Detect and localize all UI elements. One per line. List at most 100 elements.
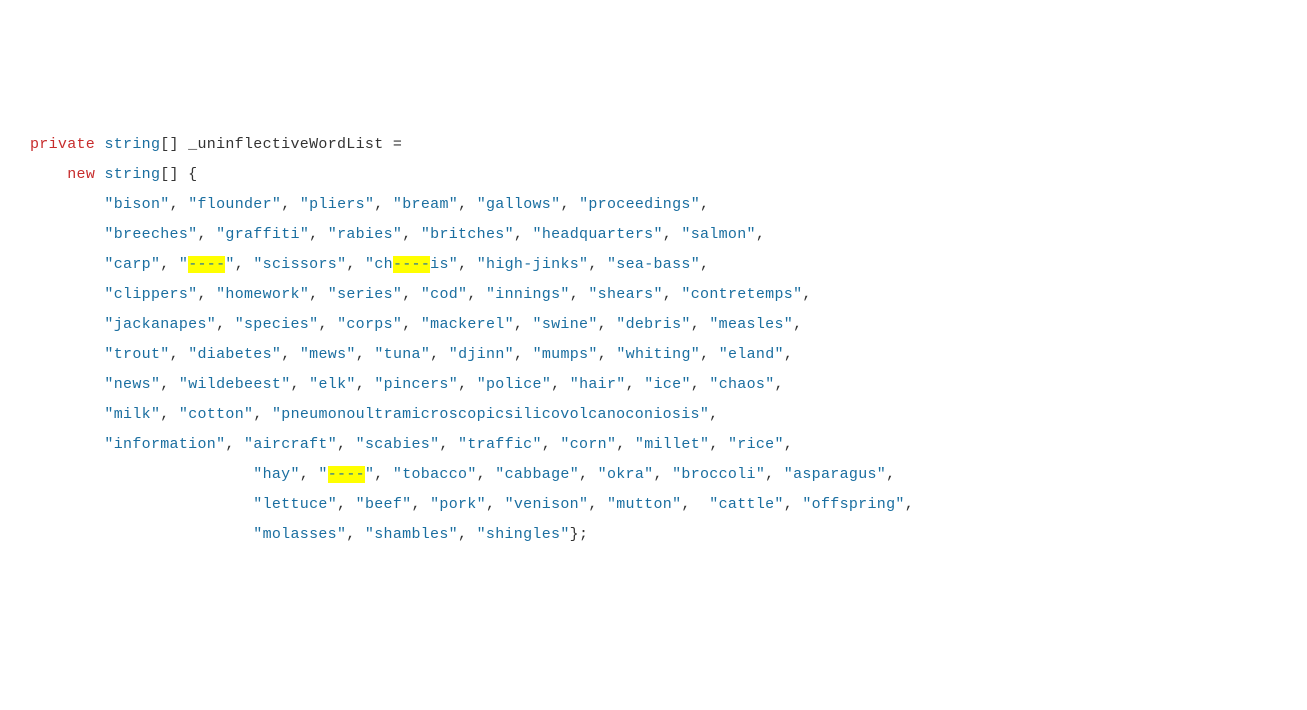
string-literal: "salmon" <box>681 226 755 243</box>
keyword-string: string <box>104 136 160 153</box>
string-literal: "flounder" <box>188 196 281 213</box>
string-literal: "whiting" <box>616 346 700 363</box>
code-line: "clippers", "homework", "series", "cod",… <box>30 280 1277 310</box>
string-literal: "broccoli" <box>672 466 765 483</box>
punct-brace-close: }; <box>570 526 589 543</box>
string-literal: "beef" <box>356 496 412 513</box>
string-literal: "breeches" <box>104 226 197 243</box>
string-literal: "shambles" <box>365 526 458 543</box>
string-literal: "tobacco" <box>393 466 477 483</box>
string-literal: "eland" <box>719 346 784 363</box>
string-literal-censored: "ch----is" <box>365 256 458 273</box>
code-line: "breeches", "graffiti", "rabies", "britc… <box>30 220 1277 250</box>
string-literal: "mackerel" <box>421 316 514 333</box>
code-line: "lettuce", "beef", "pork", "venison", "m… <box>30 490 1277 520</box>
string-literal: "cattle" <box>709 496 783 513</box>
string-literal: "news" <box>104 376 160 393</box>
string-literal: "mumps" <box>533 346 598 363</box>
code-line: "trout", "diabetes", "mews", "tuna", "dj… <box>30 340 1277 370</box>
string-literal: "bream" <box>393 196 458 213</box>
string-literal: "venison" <box>505 496 589 513</box>
string-literal: "measles" <box>709 316 793 333</box>
string-literal: "carp" <box>104 256 160 273</box>
code-block: private string[] _uninflectiveWordList =… <box>30 130 1277 550</box>
string-literal: "homework" <box>216 286 309 303</box>
keyword-private: private <box>30 136 95 153</box>
code-line: "hay", "----", "tobacco", "cabbage", "ok… <box>30 460 1277 490</box>
string-literal: "traffic" <box>458 436 542 453</box>
string-literal: "jackanapes" <box>104 316 216 333</box>
string-literal: "rice" <box>728 436 784 453</box>
censor-mark: ---- <box>328 466 365 483</box>
punct-brace-open: { <box>188 166 197 183</box>
code-line: "news", "wildebeest", "elk", "pincers", … <box>30 370 1277 400</box>
string-literal: "mutton" <box>607 496 681 513</box>
string-literal: "britches" <box>421 226 514 243</box>
punct-eq: = <box>393 136 402 153</box>
string-literal: "milk" <box>104 406 160 423</box>
string-literal: "pneumonoultramicroscopicsilicovolcanoco… <box>272 406 709 423</box>
string-literal: "hay" <box>253 466 300 483</box>
code-line: new string[] { <box>30 160 1277 190</box>
punct-brackets: [] <box>160 166 179 183</box>
string-literal: "djinn" <box>449 346 514 363</box>
string-literal: "scabies" <box>356 436 440 453</box>
string-literal: "cod" <box>421 286 468 303</box>
string-literal: "headquarters" <box>533 226 663 243</box>
string-literal-censored: "----" <box>179 256 235 273</box>
string-literal: "graffiti" <box>216 226 309 243</box>
string-literal: "chaos" <box>709 376 774 393</box>
string-literal: "mews" <box>300 346 356 363</box>
string-literal: "pork" <box>430 496 486 513</box>
code-line: "molasses", "shambles", "shingles"}; <box>30 520 1277 550</box>
string-literal: "information" <box>104 436 225 453</box>
censor-mark: ---- <box>188 256 225 273</box>
string-literal: "trout" <box>104 346 169 363</box>
string-literal: "lettuce" <box>253 496 337 513</box>
string-literal: "tuna" <box>374 346 430 363</box>
code-line: "milk", "cotton", "pneumonoultramicrosco… <box>30 400 1277 430</box>
keyword-new: new <box>67 166 95 183</box>
identifier: _uninflectiveWordList <box>188 136 383 153</box>
string-literal: "police" <box>477 376 551 393</box>
string-literal: "wildebeest" <box>179 376 291 393</box>
code-line: private string[] _uninflectiveWordList = <box>30 130 1277 160</box>
string-literal: "contretemps" <box>681 286 802 303</box>
string-literal: "aircraft" <box>244 436 337 453</box>
string-literal: "rabies" <box>328 226 402 243</box>
code-line: "jackanapes", "species", "corps", "macke… <box>30 310 1277 340</box>
string-literal: "corn" <box>560 436 616 453</box>
string-literal: "cotton" <box>179 406 253 423</box>
string-literal: "molasses" <box>253 526 346 543</box>
string-literal: "scissors" <box>253 256 346 273</box>
censor-mark: ---- <box>393 256 430 273</box>
string-literal: "debris" <box>616 316 690 333</box>
string-literal: "high-jinks" <box>477 256 589 273</box>
string-literal: "shingles" <box>477 526 570 543</box>
string-literal: "offspring" <box>802 496 904 513</box>
string-literal: "clippers" <box>104 286 197 303</box>
code-line: "carp", "----", "scissors", "ch----is", … <box>30 250 1277 280</box>
string-literal: "diabetes" <box>188 346 281 363</box>
string-literal: "shears" <box>588 286 662 303</box>
string-literal: "swine" <box>533 316 598 333</box>
string-literal: "hair" <box>570 376 626 393</box>
string-literal: "millet" <box>635 436 709 453</box>
string-literal-censored: "----" <box>318 466 374 483</box>
code-line: "bison", "flounder", "pliers", "bream", … <box>30 190 1277 220</box>
string-literal: "corps" <box>337 316 402 333</box>
keyword-string: string <box>104 166 160 183</box>
string-literal: "okra" <box>598 466 654 483</box>
string-literal: "proceedings" <box>579 196 700 213</box>
punct-brackets: [] <box>160 136 179 153</box>
string-literal: "species" <box>235 316 319 333</box>
string-literal: "bison" <box>104 196 169 213</box>
code-line: "information", "aircraft", "scabies", "t… <box>30 430 1277 460</box>
string-literal: "ice" <box>644 376 691 393</box>
string-literal: "elk" <box>309 376 356 393</box>
string-literal: "gallows" <box>477 196 561 213</box>
string-literal: "series" <box>328 286 402 303</box>
string-literal: "pliers" <box>300 196 374 213</box>
string-literal: "cabbage" <box>495 466 579 483</box>
string-literal: "sea-bass" <box>607 256 700 273</box>
